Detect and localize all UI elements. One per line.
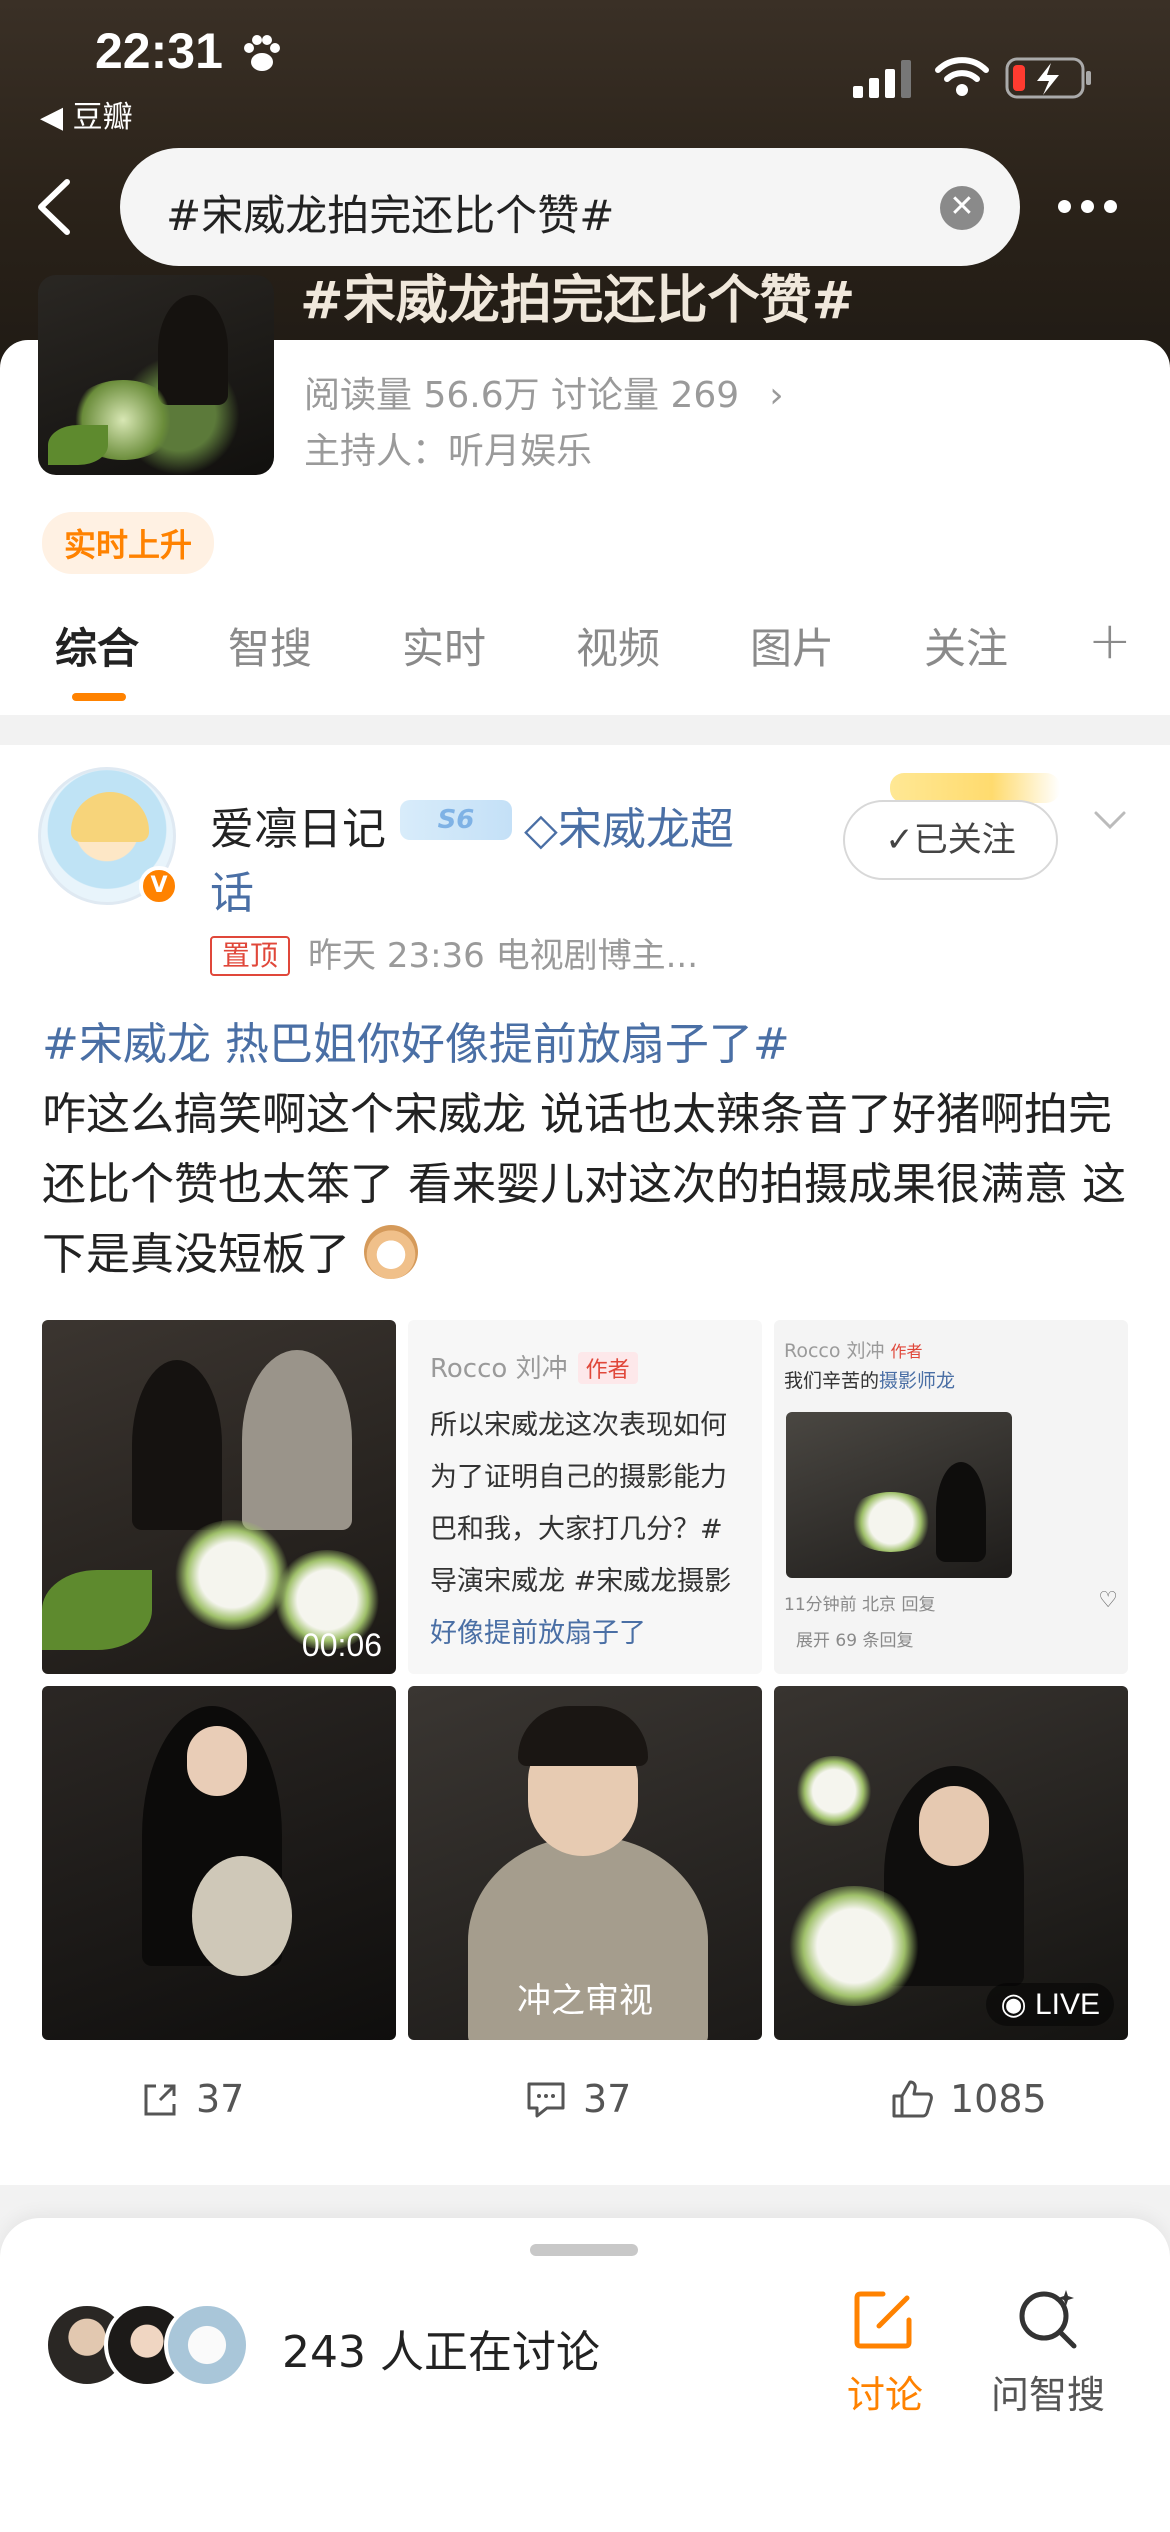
edit-icon xyxy=(854,2291,912,2349)
discuss-label: 讨论 xyxy=(846,2373,923,2417)
active-tab-indicator xyxy=(72,693,126,701)
signal-icon xyxy=(853,60,911,98)
comment-screenshot[interactable]: Rocco 刘冲 作者 所以宋威龙这次表现如何 为了证明自己的摄影能力 巴和我，大… xyxy=(408,1320,762,1674)
super-topic-link[interactable]: ◇宋威龙超 xyxy=(524,793,734,857)
tab-realtime[interactable]: 实时 xyxy=(402,615,486,676)
cat-emoji-icon xyxy=(364,1225,418,1279)
post-hashtag[interactable]: #宋威龙 热巴姐你好像提前放扇子了# xyxy=(42,1010,1132,1080)
discussion-bottom-sheet: 243 人正在讨论 讨论 问智搜 xyxy=(0,2218,1170,2532)
avatar xyxy=(164,2302,250,2388)
paw-icon xyxy=(244,35,280,71)
tab-bar: 综合 智搜 实时 视频 图片 关注 + xyxy=(0,611,1170,715)
comment-button[interactable]: 37 xyxy=(525,2077,631,2121)
hot-rising-badge: 实时上升 xyxy=(42,512,215,574)
repost-button[interactable]: 37 xyxy=(140,2077,244,2121)
comment-text: 所以宋威龙这次表现如何 为了证明自己的摄影能力 巴和我，大家打几分？# 导演宋威… xyxy=(430,1410,732,1649)
post-card: V 爱凛日记 S6 ◇宋威龙超 话 置顶 昨天 23:36 电视剧博主... ✓已… xyxy=(0,745,1170,2185)
image-thumbnail[interactable]: 冲之审视 xyxy=(408,1686,762,2040)
share-icon xyxy=(144,2084,176,2116)
topic-stats[interactable]: 阅读量 56.6万 讨论量 269 › xyxy=(304,366,784,418)
clear-search-icon[interactable]: ✕ xyxy=(940,186,984,230)
image-thumbnail[interactable] xyxy=(42,1686,396,2040)
participant-avatars[interactable] xyxy=(44,2302,264,2388)
tab-images[interactable]: 图片 xyxy=(750,615,834,676)
avatar[interactable]: V xyxy=(38,767,179,906)
add-tab-icon[interactable]: + xyxy=(1088,611,1132,671)
post-actions: 37 37 1085 xyxy=(0,2065,1170,2145)
comment-author: Rocco 刘冲 作者 xyxy=(430,1348,638,1385)
username[interactable]: 爱凛日记 xyxy=(210,793,386,857)
follow-decoration xyxy=(890,773,1060,803)
author-tag: 作者 xyxy=(577,1352,638,1384)
comment-icon xyxy=(527,2082,565,2118)
status-time: 22:31 xyxy=(95,23,223,79)
video-thumbnail[interactable]: 00:06 xyxy=(42,1320,396,1674)
mini-expand: 展开 69 条回复 xyxy=(796,1631,914,1651)
comment-video-screenshot[interactable]: Rocco 刘冲 作者 我们辛苦的摄影师龙 11分钟前 北京 回复 展开 69 条… xyxy=(774,1320,1128,1674)
thumbs-up-icon xyxy=(892,2080,933,2118)
post-content: 咋这么搞笑啊这个宋威龙 说话也太辣条音了好猪啊拍完还比个赞也太笨了 看来婴儿对这… xyxy=(42,1089,1126,1280)
like-button[interactable]: 1085 xyxy=(890,2077,1047,2121)
topic-stats-text: 阅读量 56.6万 讨论量 269 xyxy=(304,375,740,416)
following-button[interactable]: ✓已关注 xyxy=(843,800,1058,880)
more-options-icon[interactable] xyxy=(1058,198,1128,218)
discussing-count: 243 人正在讨论 xyxy=(282,2327,600,2378)
mini-text: 我们辛苦的摄影师龙 xyxy=(784,1370,956,1392)
wifi-icon xyxy=(935,57,989,96)
search-input[interactable]: #宋威龙拍完还比个赞# ✕ xyxy=(120,148,1020,266)
tab-following[interactable]: 关注 xyxy=(924,615,1008,676)
mini-author: Rocco 刘冲 作者 xyxy=(784,1340,923,1362)
verified-icon: V xyxy=(139,866,179,906)
super-topic-link-cont[interactable]: 话 xyxy=(210,857,254,921)
live-icon: ◉ xyxy=(1000,1988,1035,2021)
ask-smart-search-button[interactable]: 问智搜 xyxy=(978,2286,1118,2419)
post-text: #宋威龙 热巴姐你好像提前放扇子了# 咋这么搞笑啊这个宋威龙 说话也太辣条音了好… xyxy=(42,1010,1132,1290)
video-duration: 00:06 xyxy=(301,1627,382,1663)
smart-search-icon xyxy=(1019,2290,1077,2349)
chevron-down-icon[interactable] xyxy=(1090,805,1130,835)
sheet-drag-handle[interactable] xyxy=(530,2244,638,2256)
mini-meta: 11分钟前 北京 回复 xyxy=(784,1595,936,1615)
post-time-source: 昨天 23:36 电视剧博主... xyxy=(308,936,699,976)
back-to-app-link[interactable]: ◀ 豆瓣 xyxy=(40,92,133,136)
heart-icon: ♡ xyxy=(1098,1588,1118,1613)
post-meta: 置顶 昨天 23:36 电视剧博主... xyxy=(210,928,698,977)
battery-icon xyxy=(1005,57,1091,99)
discuss-button[interactable]: 讨论 xyxy=(815,2286,955,2419)
topic-cover-image[interactable] xyxy=(38,275,274,475)
image-grid: 00:06 Rocco 刘冲 作者 所以宋威龙这次表现如何 为了证明自己的摄影能力… xyxy=(42,1320,1128,2040)
search-query[interactable]: #宋威龙拍完还比个赞# xyxy=(166,182,614,243)
pinned-badge: 置顶 xyxy=(210,936,291,976)
image-caption: 冲之审视 xyxy=(517,1981,653,2021)
live-photo-thumbnail[interactable]: ◉ LIVE xyxy=(774,1686,1128,2040)
live-badge: ◉ LIVE xyxy=(986,1983,1114,2026)
back-arrow-icon[interactable] xyxy=(25,172,85,242)
ask-label: 问智搜 xyxy=(990,2373,1105,2417)
tab-smart-search[interactable]: 智搜 xyxy=(228,615,312,676)
tab-comprehensive[interactable]: 综合 xyxy=(55,615,139,676)
topic-title: #宋威龙拍完还比个赞# xyxy=(300,271,856,331)
chevron-right-icon: › xyxy=(769,375,784,416)
mini-video-thumbnail xyxy=(786,1412,1012,1578)
topic-host[interactable]: 主持人：听月娱乐 xyxy=(304,422,592,474)
level-badge: S6 xyxy=(400,800,512,840)
tab-video[interactable]: 视频 xyxy=(576,615,660,676)
